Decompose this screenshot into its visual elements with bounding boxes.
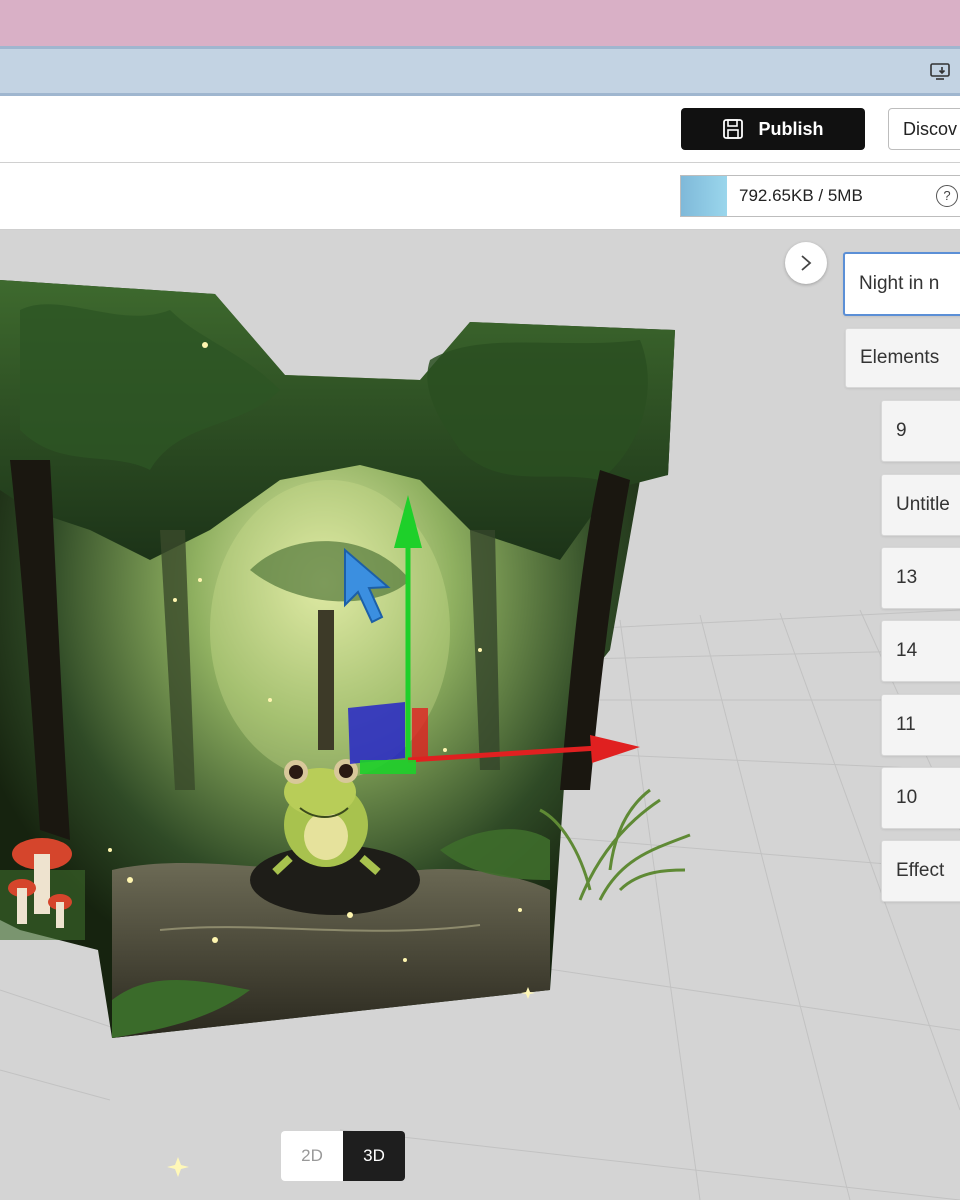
collapse-panel-button[interactable] [785,242,827,284]
forest-scene-element [0,280,675,1038]
save-icon [723,119,744,139]
storage-usage-fill [681,176,728,216]
discover-button[interactable]: Discov [888,108,960,150]
view-mode-toggle: 2D 3D [281,1131,405,1181]
publish-label: Publish [758,118,824,139]
top-toolbar: Publish Discov [0,96,960,163]
layer-item[interactable]: 9 [881,400,960,462]
browser-bar [0,46,960,96]
scene-canvas [0,280,960,1200]
gizmo-z-handle [348,702,405,764]
layer-item-elements[interactable]: Elements [845,328,960,388]
layer-item[interactable]: Untitle [881,474,960,536]
storage-usage-text: 792.65KB / 5MB [739,186,863,205]
help-icon[interactable]: ? [936,185,958,207]
publish-button[interactable]: Publish [681,108,865,150]
install-app-icon[interactable] [930,63,952,81]
3d-viewport[interactable] [0,230,960,1200]
top-strip [0,0,960,46]
chevron-right-icon [801,255,812,271]
3d-view-button[interactable]: 3D [343,1131,405,1181]
layer-item-scene[interactable]: Night in n [843,252,960,316]
storage-usage-meter: 792.65KB / 5MB ? [680,175,960,217]
layer-item[interactable]: 13 [881,547,960,609]
2d-view-button[interactable]: 2D [281,1131,343,1181]
layer-item-effect[interactable]: Effect [881,840,960,902]
layer-item[interactable]: 11 [881,694,960,756]
sparkle-element [167,1157,189,1177]
layer-item[interactable]: 14 [881,620,960,682]
storage-row: 792.65KB / 5MB ? [0,163,960,230]
layer-item[interactable]: 10 [881,767,960,829]
